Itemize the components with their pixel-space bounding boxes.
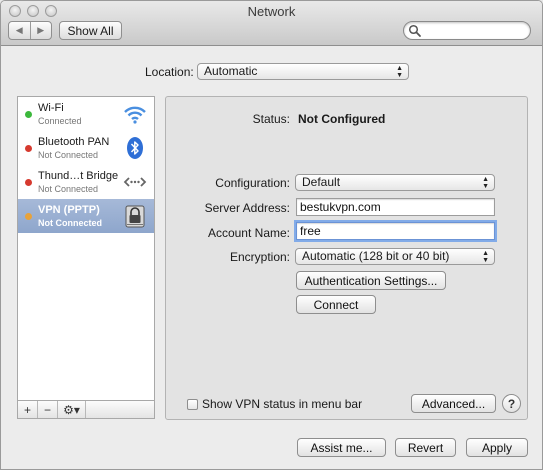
back-button[interactable]: ◀: [9, 22, 30, 39]
service-item-wifi[interactable]: Wi-Fi Connected: [18, 97, 154, 131]
vpn-lock-icon: [125, 205, 145, 228]
popup-arrows-icon: ▲ ▼: [396, 65, 403, 79]
sidebar-toolbar: + − ⚙▾: [17, 401, 155, 419]
popup-arrows-icon: ▲ ▼: [482, 176, 489, 190]
add-service-button[interactable]: +: [18, 401, 38, 418]
encryption-value: Automatic (128 bit or 40 bit): [302, 249, 450, 263]
service-name: Thund…t Bridge: [38, 170, 119, 182]
service-item-vpn-pptp[interactable]: VPN (PPTP) Not Connected: [18, 199, 154, 233]
status-dot-yellow: [25, 213, 32, 220]
service-name: VPN (PPTP): [38, 204, 100, 216]
window-title: Network: [247, 4, 296, 19]
status-value: Not Configured: [298, 112, 386, 126]
forward-button[interactable]: ▶: [29, 22, 52, 39]
service-item-thunderbolt-bridge[interactable]: Thund…t Bridge Not Connected: [18, 165, 154, 199]
help-button[interactable]: ?: [502, 394, 521, 413]
location-value: Automatic: [204, 64, 258, 78]
location-popup[interactable]: Automatic ▲ ▼: [197, 63, 409, 80]
service-status: Connected: [38, 116, 82, 126]
location-label: Location:: [145, 65, 194, 79]
chevron-right-icon: ▶: [37, 25, 45, 35]
network-preferences-window: Network ◀ ▶ Show All Location: Automatic…: [0, 0, 543, 470]
advanced-button[interactable]: Advanced...: [411, 394, 496, 413]
wifi-icon: [124, 106, 146, 124]
title-bar: Network ◀ ▶ Show All: [1, 1, 542, 46]
connect-button[interactable]: Connect: [296, 295, 376, 314]
service-name: Wi-Fi: [38, 102, 64, 114]
thunderbolt-bridge-icon: [123, 177, 147, 187]
revert-button[interactable]: Revert: [395, 438, 456, 457]
status-dot-red: [25, 145, 32, 152]
bluetooth-icon: [127, 137, 143, 159]
vpn-detail-panel: Status: Not Configured Configuration: De…: [165, 96, 528, 420]
service-status: Not Connected: [38, 150, 99, 160]
account-name-label: Account Name:: [207, 226, 290, 240]
show-all-button[interactable]: Show All: [59, 21, 122, 40]
search-icon: [408, 24, 421, 37]
service-status: Not Connected: [38, 218, 102, 228]
assist-me-button[interactable]: Assist me...: [297, 438, 386, 457]
status-dot-red: [25, 179, 32, 186]
authentication-settings-button[interactable]: Authentication Settings...: [296, 271, 446, 290]
service-item-bluetooth-pan[interactable]: Bluetooth PAN Not Connected: [18, 131, 154, 165]
configuration-value: Default: [302, 175, 341, 189]
server-address-label: Server Address:: [204, 201, 290, 215]
account-name-field[interactable]: [296, 222, 495, 240]
encryption-popup[interactable]: Automatic (128 bit or 40 bit) ▲ ▼: [295, 248, 495, 265]
show-vpn-status-label: Show VPN status in menu bar: [202, 397, 363, 411]
status-label: Status:: [252, 112, 290, 126]
server-address-field[interactable]: [296, 198, 495, 216]
remove-service-button[interactable]: −: [38, 401, 58, 418]
gear-icon[interactable]: ⚙▾: [58, 401, 86, 418]
service-name: Bluetooth PAN: [38, 136, 110, 148]
configuration-popup[interactable]: Default ▲ ▼: [295, 174, 495, 191]
apply-button[interactable]: Apply: [466, 438, 528, 457]
search-input[interactable]: [403, 21, 531, 40]
chevron-left-icon: ◀: [15, 25, 23, 35]
service-status: Not Connected: [38, 184, 99, 194]
status-dot-green: [25, 111, 32, 118]
show-vpn-status-checkbox[interactable]: [187, 399, 198, 410]
popup-arrows-icon: ▲ ▼: [482, 250, 489, 264]
encryption-label: Encryption:: [229, 250, 290, 264]
back-forward-control: ◀ ▶: [8, 21, 52, 40]
network-service-list: Wi-Fi Connected Bluetooth PAN Not Connec…: [17, 96, 155, 401]
configuration-label: Configuration:: [215, 176, 290, 190]
